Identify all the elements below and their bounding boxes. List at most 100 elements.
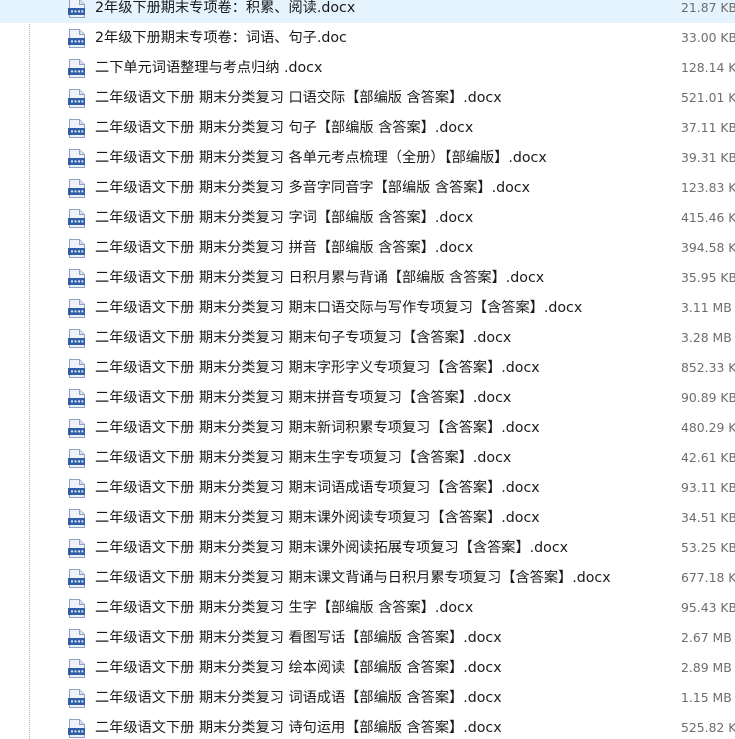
docx-document-icon (68, 239, 85, 258)
file-size: 95.43 KB (681, 600, 735, 615)
docx-document-icon (68, 119, 85, 138)
docx-document-icon (68, 299, 85, 318)
file-size: 21.87 KB (681, 0, 735, 15)
docx-document-icon (68, 89, 85, 108)
docx-document-icon (68, 389, 85, 408)
docx-document-icon (68, 509, 85, 528)
file-row[interactable]: 二年级语文下册 期末分类复习 字词【部编版 含答案】.docx 415.46 KB (0, 203, 735, 233)
file-size: 525.82 KB (681, 720, 735, 735)
file-row[interactable]: 二年级语文下册 期末分类复习 日积月累与背诵【部编版 含答案】.docx 35.9… (0, 263, 735, 293)
file-size: 37.11 KB (681, 120, 735, 135)
file-name: 二年级语文下册 期末分类复习 拼音【部编版 含答案】.docx (95, 240, 474, 256)
file-size: 42.61 KB (681, 450, 735, 465)
file-row[interactable]: 二年级语文下册 期末分类复习 句子【部编版 含答案】.docx 37.11 KB (0, 113, 735, 143)
file-size: 3.28 MB (681, 330, 732, 345)
file-name: 二年级语文下册 期末分类复习 期末拼音专项复习【含答案】.docx (95, 390, 512, 406)
file-size: 128.14 KB (681, 60, 735, 75)
file-row[interactable]: 二年级语文下册 期末分类复习 看图写话【部编版 含答案】.docx 2.67 MB (0, 623, 735, 653)
file-name: 2年级下册期末专项卷：词语、句子.doc (95, 30, 347, 46)
docx-document-icon (68, 539, 85, 558)
file-row[interactable]: 2年级下册期末专项卷：积累、阅读.docx 21.87 KB (0, 0, 735, 23)
file-name: 二年级语文下册 期末分类复习 期末新词积累专项复习【含答案】.docx (95, 420, 540, 436)
file-name: 二年级语文下册 期末分类复习 看图写话【部编版 含答案】.docx (95, 630, 502, 646)
file-name: 二年级语文下册 期末分类复习 日积月累与背诵【部编版 含答案】.docx (95, 270, 545, 286)
file-name: 二年级语文下册 期末分类复习 绘本阅读【部编版 含答案】.docx (95, 660, 502, 676)
file-size: 34.51 KB (681, 510, 735, 525)
docx-document-icon (68, 719, 85, 738)
file-name: 二年级语文下册 期末分类复习 期末课文背诵与日积月累专项复习【含答案】.docx (95, 570, 611, 586)
file-row[interactable]: 二下单元词语整理与考点归纳 .docx 128.14 KB (0, 53, 735, 83)
file-row[interactable]: 二年级语文下册 期末分类复习 拼音【部编版 含答案】.docx 394.58 KB (0, 233, 735, 263)
file-row[interactable]: 2年级下册期末专项卷：词语、句子.doc 33.00 KB (0, 23, 735, 53)
file-row[interactable]: 二年级语文下册 期末分类复习 期末字形字义专项复习【含答案】.docx 852.3… (0, 353, 735, 383)
docx-document-icon (68, 269, 85, 288)
docx-document-icon (68, 209, 85, 228)
file-size: 2.89 MB (681, 660, 732, 675)
file-row[interactable]: 二年级语文下册 期末分类复习 期末课文背诵与日积月累专项复习【含答案】.docx… (0, 563, 735, 593)
file-row[interactable]: 二年级语文下册 期末分类复习 诗句运用【部编版 含答案】.docx 525.82 … (0, 713, 735, 739)
file-row[interactable]: 二年级语文下册 期末分类复习 期末口语交际与写作专项复习【含答案】.docx 3.… (0, 293, 735, 323)
file-list-window: 2年级下册期末专项卷：积累、阅读.docx 21.87 KB 2年级下册期末专项卷：… (0, 0, 735, 739)
file-row[interactable]: 二年级语文下册 期末分类复习 期末拼音专项复习【含答案】.docx 90.89 K… (0, 383, 735, 413)
file-size: 123.83 KB (681, 180, 735, 195)
docx-document-icon (68, 419, 85, 438)
file-size: 35.95 KB (681, 270, 735, 285)
file-row[interactable]: 二年级语文下册 期末分类复习 各单元考点梳理（全册）【部编版】.docx 39.3… (0, 143, 735, 173)
file-name: 二年级语文下册 期末分类复习 期末生字专项复习【含答案】.docx (95, 450, 512, 466)
file-row[interactable]: 二年级语文下册 期末分类复习 多音字同音字【部编版 含答案】.docx 123.8… (0, 173, 735, 203)
docx-document-icon (68, 149, 85, 168)
file-size: 90.89 KB (681, 390, 735, 405)
file-name: 二年级语文下册 期末分类复习 期末词语成语专项复习【含答案】.docx (95, 480, 540, 496)
file-row[interactable]: 二年级语文下册 期末分类复习 词语成语【部编版 含答案】.docx 1.15 MB (0, 683, 735, 713)
file-name: 2年级下册期末专项卷：积累、阅读.docx (95, 0, 356, 16)
file-name: 二年级语文下册 期末分类复习 字词【部编版 含答案】.docx (95, 210, 474, 226)
file-name: 二年级语文下册 期末分类复习 期末课外阅读专项复习【含答案】.docx (95, 510, 540, 526)
file-row[interactable]: 二年级语文下册 期末分类复习 期末新词积累专项复习【含答案】.docx 480.2… (0, 413, 735, 443)
docx-document-icon (68, 449, 85, 468)
docx-document-icon (68, 0, 85, 18)
file-size: 53.25 KB (681, 540, 735, 555)
file-size: 2.67 MB (681, 630, 732, 645)
file-name: 二年级语文下册 期末分类复习 多音字同音字【部编版 含答案】.docx (95, 180, 530, 196)
file-row[interactable]: 二年级语文下册 期末分类复习 期末词语成语专项复习【含答案】.docx 93.11… (0, 473, 735, 503)
file-name: 二年级语文下册 期末分类复习 期末课外阅读拓展专项复习【含答案】.docx (95, 540, 569, 556)
file-size: 33.00 KB (681, 30, 735, 45)
file-name: 二年级语文下册 期末分类复习 生字【部编版 含答案】.docx (95, 600, 474, 616)
file-row[interactable]: 二年级语文下册 期末分类复习 期末课外阅读专项复习【含答案】.docx 34.51… (0, 503, 735, 533)
file-name: 二年级语文下册 期末分类复习 各单元考点梳理（全册）【部编版】.docx (95, 150, 547, 166)
file-name: 二年级语文下册 期末分类复习 词语成语【部编版 含答案】.docx (95, 690, 502, 706)
file-size: 93.11 KB (681, 480, 735, 495)
file-name: 二下单元词语整理与考点归纳 .docx (95, 60, 323, 76)
docx-document-icon (68, 689, 85, 708)
file-name: 二年级语文下册 期末分类复习 期末字形字义专项复习【含答案】.docx (95, 360, 540, 376)
file-size: 39.31 KB (681, 150, 735, 165)
file-row[interactable]: 二年级语文下册 期末分类复习 生字【部编版 含答案】.docx 95.43 KB (0, 593, 735, 623)
docx-document-icon (68, 179, 85, 198)
file-size: 480.29 KB (681, 420, 735, 435)
docx-document-icon (68, 59, 85, 78)
file-row[interactable]: 二年级语文下册 期末分类复习 期末生字专项复习【含答案】.docx 42.61 K… (0, 443, 735, 473)
file-size: 852.33 KB (681, 360, 735, 375)
docx-document-icon (68, 329, 85, 348)
file-size: 3.11 MB (681, 300, 732, 315)
file-row[interactable]: 二年级语文下册 期末分类复习 口语交际【部编版 含答案】.docx 521.01 … (0, 83, 735, 113)
file-name: 二年级语文下册 期末分类复习 期末句子专项复习【含答案】.docx (95, 330, 512, 346)
docx-document-icon (68, 599, 85, 618)
file-name: 二年级语文下册 期末分类复习 句子【部编版 含答案】.docx (95, 120, 474, 136)
file-size: 1.15 MB (681, 690, 732, 705)
docx-document-icon (68, 659, 85, 678)
docx-document-icon (68, 569, 85, 588)
docx-document-icon (68, 359, 85, 378)
docx-document-icon (68, 479, 85, 498)
file-list: 2年级下册期末专项卷：积累、阅读.docx 21.87 KB 2年级下册期末专项卷：… (0, 0, 735, 739)
file-row[interactable]: 二年级语文下册 期末分类复习 绘本阅读【部编版 含答案】.docx 2.89 MB (0, 653, 735, 683)
file-name: 二年级语文下册 期末分类复习 期末口语交际与写作专项复习【含答案】.docx (95, 300, 583, 316)
file-row[interactable]: 二年级语文下册 期末分类复习 期末课外阅读拓展专项复习【含答案】.docx 53.… (0, 533, 735, 563)
file-name: 二年级语文下册 期末分类复习 口语交际【部编版 含答案】.docx (95, 90, 502, 106)
file-name: 二年级语文下册 期末分类复习 诗句运用【部编版 含答案】.docx (95, 720, 502, 736)
file-row[interactable]: 二年级语文下册 期末分类复习 期末句子专项复习【含答案】.docx 3.28 MB (0, 323, 735, 353)
file-size: 394.58 KB (681, 240, 735, 255)
file-size: 521.01 KB (681, 90, 735, 105)
file-size: 677.18 KB (681, 570, 735, 585)
docx-document-icon (68, 29, 85, 48)
